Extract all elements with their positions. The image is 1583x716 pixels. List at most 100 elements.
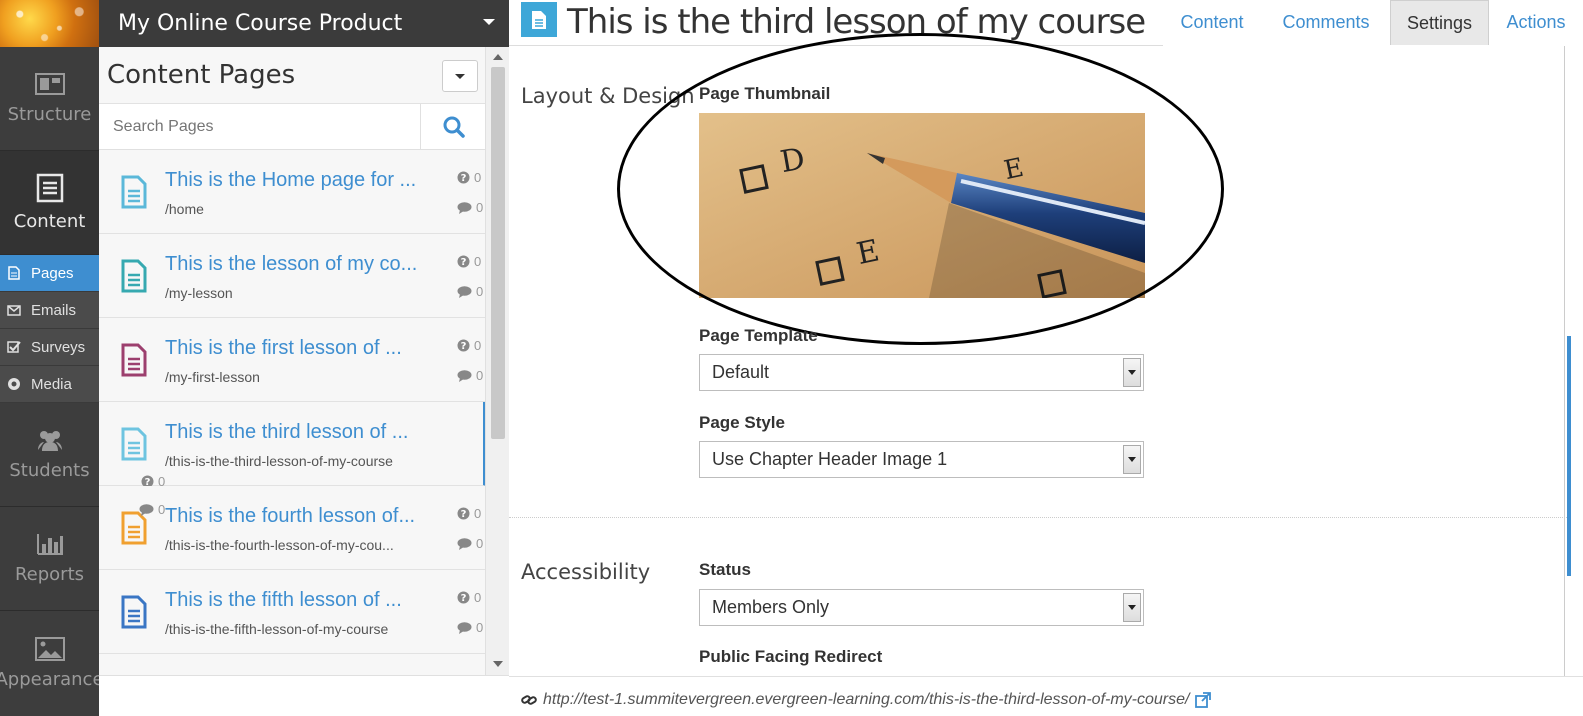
pages-options-button[interactable] xyxy=(442,60,478,92)
page-list-item[interactable]: This is the first lesson of ... /my-first… xyxy=(99,318,486,402)
question-count-value: 0 xyxy=(474,506,482,521)
svg-text:?: ? xyxy=(461,173,467,184)
bar-chart-icon xyxy=(36,534,63,555)
svg-text:?: ? xyxy=(461,257,467,268)
nav-sub-surveys-label: Surveys xyxy=(31,338,86,356)
tab-actions[interactable]: Actions xyxy=(1501,0,1571,45)
project-name: My Online Course Product xyxy=(118,11,403,36)
nav-students[interactable]: Students xyxy=(0,403,99,507)
accessibility-heading: Accessibility xyxy=(521,560,651,584)
main-scrollbar[interactable] xyxy=(1564,46,1583,676)
page-icon xyxy=(521,2,557,37)
nav-structure[interactable]: Structure xyxy=(0,47,99,151)
nav-reports-label: Reports xyxy=(14,564,85,585)
nav-sub-pages-label: Pages xyxy=(31,264,74,282)
status-select[interactable]: Members Only xyxy=(699,589,1144,626)
question-count: ? 0 xyxy=(457,590,481,605)
page-slug: /this-is-the-fourth-lesson-of-my-cou... xyxy=(165,537,394,553)
nav-sub-emails-label: Emails xyxy=(31,301,77,319)
tab-comments[interactable]: Comments xyxy=(1275,0,1377,45)
question-count: ? 0 xyxy=(457,338,481,353)
page-title-link[interactable]: This is the fourth lesson of... xyxy=(165,505,425,528)
image-icon xyxy=(34,636,65,661)
pages-scrollbar[interactable] xyxy=(485,47,509,675)
nav-reports[interactable]: Reports xyxy=(0,507,99,611)
nav-appearance[interactable]: Appearance xyxy=(0,611,104,715)
page-list-item[interactable]: This is the third lesson of ... /this-is-… xyxy=(99,402,486,517)
title-row: This is the third lesson of my course Co… xyxy=(509,0,1583,46)
page-title-link[interactable]: This is the fifth lesson of ... xyxy=(165,589,425,612)
page-slug: /this-is-the-third-lesson-of-my-course xyxy=(165,453,393,469)
search-bar xyxy=(99,104,486,150)
page-url-link[interactable]: http://test-1.summitevergreen.evergreen-… xyxy=(543,691,1189,709)
caret-down-icon xyxy=(455,73,465,79)
question-circle-icon: ? xyxy=(457,591,470,604)
envelope-icon xyxy=(7,303,21,317)
comment-icon xyxy=(457,369,472,382)
question-circle-icon: ? xyxy=(457,339,470,352)
comment-icon xyxy=(457,621,472,634)
students-icon xyxy=(37,431,62,451)
page-template-select[interactable]: Default xyxy=(699,354,1144,391)
svg-text:?: ? xyxy=(461,509,467,520)
external-link-icon[interactable] xyxy=(1195,692,1212,708)
page-icon xyxy=(7,266,21,280)
comment-count-value: 0 xyxy=(476,620,484,635)
question-count: ? 0 xyxy=(457,170,481,185)
chevron-down-icon xyxy=(483,19,495,25)
nav-structure-label: Structure xyxy=(7,104,92,125)
page-list-item[interactable]: This is the fourth lesson of... /this-is-… xyxy=(99,486,486,570)
page-title-link[interactable]: This is the Home page for ... xyxy=(165,169,425,192)
comment-icon xyxy=(457,201,472,214)
nav-sub-pages[interactable]: Pages xyxy=(0,255,99,292)
app-logo[interactable] xyxy=(0,0,99,47)
page-list-item[interactable]: This is the Home page for .../home? 0 0 xyxy=(99,150,486,234)
comment-count: 0 xyxy=(457,200,483,215)
select-arrow-icon xyxy=(1123,358,1141,387)
question-circle-icon: ? xyxy=(457,507,470,520)
project-selector[interactable]: My Online Course Product xyxy=(99,0,509,47)
question-count-value: 0 xyxy=(474,170,482,185)
page-title-link[interactable]: This is the first lesson of ... xyxy=(165,337,425,360)
svg-text:?: ? xyxy=(461,593,467,604)
content-icon xyxy=(36,173,63,203)
select-arrow-icon xyxy=(1123,593,1141,622)
question-count-value: 0 xyxy=(474,254,482,269)
comment-count-value: 0 xyxy=(476,200,484,215)
page-style-label: Page Style xyxy=(699,413,785,432)
nav-content[interactable]: Content xyxy=(0,151,99,255)
page-list: This is the Home page for .../home? 0 0 Thi… xyxy=(99,150,508,654)
page-title-link[interactable]: This is the lesson of my co... xyxy=(165,253,425,276)
comment-count: 0 xyxy=(457,620,483,635)
nav-sub-emails[interactable]: Emails xyxy=(0,292,99,329)
svg-text:?: ? xyxy=(461,341,467,352)
nav-sub-surveys[interactable]: Surveys xyxy=(0,329,99,366)
comment-count: 0 xyxy=(457,284,483,299)
comment-count-value: 0 xyxy=(476,536,484,551)
comment-count-value: 0 xyxy=(158,502,166,517)
tab-settings[interactable]: Settings xyxy=(1390,0,1489,45)
search-icon xyxy=(443,116,465,138)
search-input[interactable] xyxy=(99,104,420,149)
page-list-item[interactable]: This is the lesson of my co... /my-lesson… xyxy=(99,234,486,318)
nav-sub-media[interactable]: Media xyxy=(0,366,99,403)
status-value: Members Only xyxy=(712,597,830,617)
page-style-select[interactable]: Use Chapter Header Image 1 xyxy=(699,441,1144,478)
search-button[interactable] xyxy=(420,104,486,149)
document-icon xyxy=(121,595,147,629)
nav-content-label: Content xyxy=(13,211,86,232)
page-list-item[interactable]: This is the fifth lesson of ... /this-is-… xyxy=(99,570,486,654)
nav-appearance-label: Appearance xyxy=(0,668,104,690)
main-nav: Structure Content Pages Emails Surveys M… xyxy=(0,0,104,716)
pages-panel-header: Content Pages xyxy=(99,47,508,104)
comment-count-value: 0 xyxy=(476,368,484,383)
tab-content[interactable]: Content xyxy=(1170,0,1254,45)
page-title-link[interactable]: This is the third lesson of ... xyxy=(165,421,425,444)
checkbox-icon xyxy=(7,340,21,354)
comment-count: 0 xyxy=(457,368,483,383)
page-slug: /home xyxy=(165,201,204,217)
page-template-value: Default xyxy=(712,362,770,382)
question-count-value: 0 xyxy=(474,590,482,605)
section-divider xyxy=(509,517,1569,518)
structure-icon xyxy=(34,73,65,95)
